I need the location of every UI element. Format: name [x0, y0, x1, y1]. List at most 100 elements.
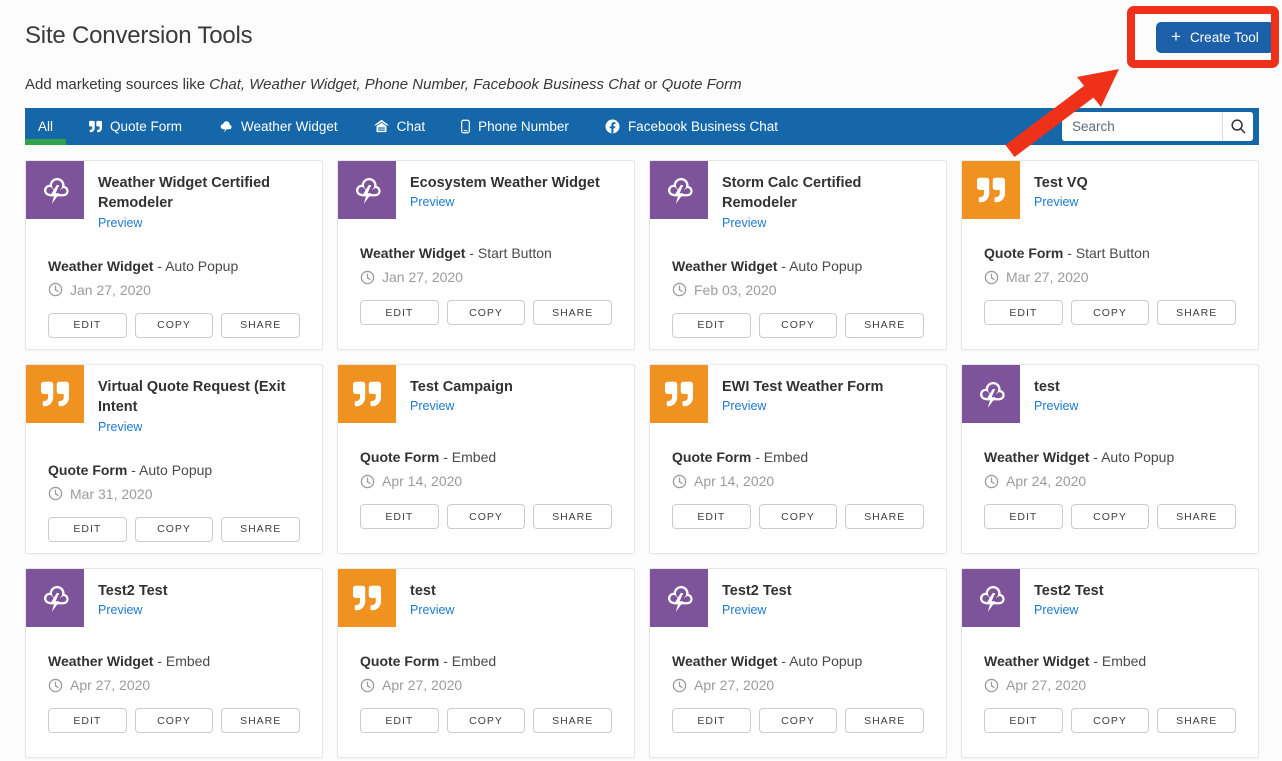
copy-button[interactable]: COPY	[447, 504, 526, 529]
type-separator: -	[751, 449, 763, 465]
share-button[interactable]: SHARE	[845, 708, 924, 733]
preview-link[interactable]: Preview	[722, 399, 766, 413]
tool-title: Test2 Test	[722, 581, 792, 601]
edit-button[interactable]: EDIT	[672, 504, 751, 529]
tool-type: Quote Form	[672, 449, 751, 465]
copy-button[interactable]: COPY	[1071, 504, 1150, 529]
share-button[interactable]: SHARE	[1157, 504, 1236, 529]
edit-button[interactable]: EDIT	[984, 504, 1063, 529]
copy-button[interactable]: COPY	[759, 708, 838, 733]
tool-type: Weather Widget	[984, 449, 1089, 465]
search-group	[1062, 112, 1253, 141]
share-button[interactable]: SHARE	[1157, 708, 1236, 733]
card-actions: EDIT COPY SHARE	[360, 708, 612, 733]
share-button[interactable]: SHARE	[221, 517, 300, 542]
preview-link[interactable]: Preview	[1034, 195, 1078, 209]
tool-type-line: Weather Widget - Embed	[984, 653, 1236, 669]
share-button[interactable]: SHARE	[845, 504, 924, 529]
share-button[interactable]: SHARE	[533, 504, 612, 529]
edit-button[interactable]: EDIT	[672, 708, 751, 733]
tab-label: Phone Number	[478, 119, 569, 134]
tool-date: Mar 31, 2020	[70, 486, 153, 502]
weather-icon	[218, 119, 233, 134]
clock-icon	[360, 474, 375, 489]
edit-button[interactable]: EDIT	[48, 517, 127, 542]
type-separator: -	[465, 245, 477, 261]
preview-link[interactable]: Preview	[1034, 399, 1078, 413]
subtitle-segment: Chat, Weather Widget, Phone Number, Face…	[209, 76, 640, 93]
card-actions: EDIT COPY SHARE	[360, 504, 612, 529]
share-button[interactable]: SHARE	[845, 313, 924, 338]
preview-link[interactable]: Preview	[98, 216, 142, 230]
copy-button[interactable]: COPY	[759, 504, 838, 529]
clock-icon	[672, 678, 687, 693]
copy-button[interactable]: COPY	[447, 708, 526, 733]
create-tool-button[interactable]: + Create Tool	[1156, 22, 1274, 53]
tool-mode: Embed	[452, 449, 496, 465]
type-separator: -	[1089, 653, 1101, 669]
tool-type: Quote Form	[360, 449, 439, 465]
share-button[interactable]: SHARE	[1157, 300, 1236, 325]
weather-widget-icon	[962, 569, 1020, 627]
clock-icon	[672, 474, 687, 489]
preview-link[interactable]: Preview	[410, 603, 454, 617]
weather-widget-icon	[26, 569, 84, 627]
tool-card: Test2 Test Preview Weather Widget - Embe…	[25, 568, 323, 758]
copy-button[interactable]: COPY	[1071, 300, 1150, 325]
clock-icon	[984, 270, 999, 285]
clock-icon	[984, 678, 999, 693]
preview-link[interactable]: Preview	[722, 603, 766, 617]
tool-card: Weather Widget Certified Remodeler Previ…	[25, 160, 323, 350]
tab-quote-form[interactable]: Quote Form	[76, 108, 195, 145]
edit-button[interactable]: EDIT	[360, 300, 439, 325]
card-header: Test Campaign Preview	[338, 365, 634, 423]
edit-button[interactable]: EDIT	[48, 313, 127, 338]
tab-phone-number[interactable]: Phone Number	[448, 108, 582, 145]
tool-date-line: Jan 27, 2020	[48, 282, 300, 298]
search-input[interactable]	[1062, 112, 1222, 141]
copy-button[interactable]: COPY	[135, 708, 214, 733]
share-button[interactable]: SHARE	[533, 708, 612, 733]
edit-button[interactable]: EDIT	[360, 708, 439, 733]
copy-button[interactable]: COPY	[135, 517, 214, 542]
type-separator: -	[777, 653, 789, 669]
tool-date-line: Apr 27, 2020	[672, 677, 924, 693]
tool-mode: Auto Popup	[165, 258, 238, 274]
preview-link[interactable]: Preview	[98, 420, 142, 434]
tool-date: Feb 03, 2020	[694, 282, 777, 298]
clock-icon	[360, 678, 375, 693]
preview-link[interactable]: Preview	[410, 399, 454, 413]
edit-button[interactable]: EDIT	[360, 504, 439, 529]
weather-widget-icon	[650, 569, 708, 627]
tool-card: Test2 Test Preview Weather Widget - Auto…	[649, 568, 947, 758]
edit-button[interactable]: EDIT	[48, 708, 127, 733]
preview-link[interactable]: Preview	[98, 603, 142, 617]
copy-button[interactable]: COPY	[1071, 708, 1150, 733]
share-button[interactable]: SHARE	[221, 708, 300, 733]
share-button[interactable]: SHARE	[221, 313, 300, 338]
edit-button[interactable]: EDIT	[984, 708, 1063, 733]
subtitle-segment: Quote Form	[662, 76, 742, 93]
card-actions: EDIT COPY SHARE	[984, 708, 1236, 733]
edit-button[interactable]: EDIT	[984, 300, 1063, 325]
edit-button[interactable]: EDIT	[672, 313, 751, 338]
search-button[interactable]	[1222, 112, 1253, 141]
copy-button[interactable]: COPY	[447, 300, 526, 325]
copy-button[interactable]: COPY	[135, 313, 214, 338]
preview-link[interactable]: Preview	[410, 195, 454, 209]
tool-date: Jan 27, 2020	[382, 269, 463, 285]
preview-link[interactable]: Preview	[1034, 603, 1078, 617]
type-separator: -	[1063, 245, 1075, 261]
chat-icon	[374, 119, 389, 134]
tool-title: test	[410, 581, 454, 601]
tab-weather-widget[interactable]: Weather Widget	[205, 108, 351, 145]
tab-all[interactable]: All	[25, 108, 66, 145]
tab-chat[interactable]: Chat	[361, 108, 439, 145]
quote-form-icon	[338, 365, 396, 423]
preview-link[interactable]: Preview	[722, 216, 766, 230]
tab-facebook-business-chat[interactable]: Facebook Business Chat	[592, 108, 791, 145]
tool-title: test	[1034, 377, 1078, 397]
share-button[interactable]: SHARE	[533, 300, 612, 325]
copy-button[interactable]: COPY	[759, 313, 838, 338]
tab-label: Chat	[397, 119, 426, 134]
